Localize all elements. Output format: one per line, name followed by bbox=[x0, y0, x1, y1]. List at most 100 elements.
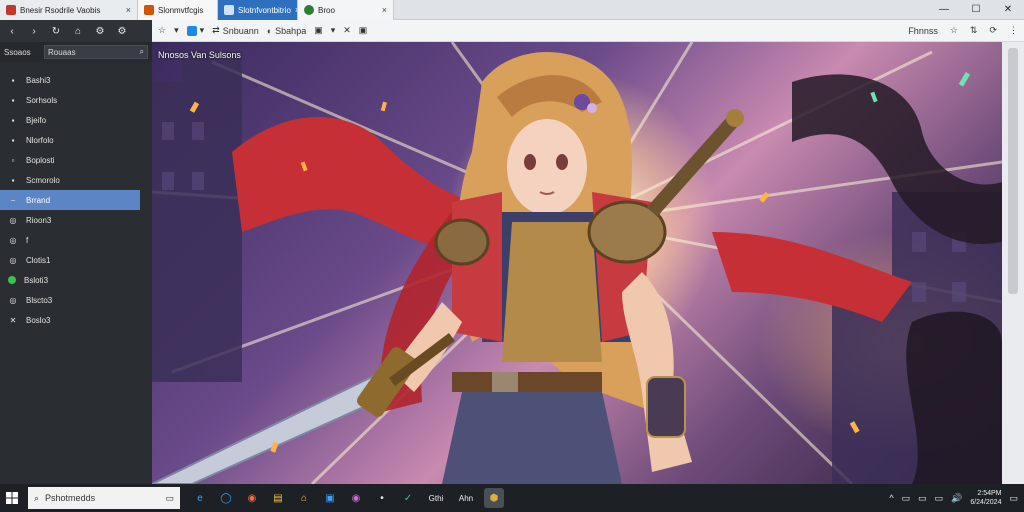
reload-icon[interactable]: ⟳ bbox=[989, 25, 997, 36]
tab-1[interactable]: Bnesir Rsodrile Vaobis × bbox=[0, 0, 138, 20]
home-icon[interactable]: ⌂ bbox=[72, 26, 84, 37]
check-icon[interactable]: ✓ bbox=[398, 488, 418, 508]
taskbar-app-label[interactable]: Ahn bbox=[454, 488, 478, 508]
taskbar: ⌕ Pshotmedds ▭ e ◯ ◉ ▤ ⌂ ▣ ◉ • ✓ Gthi Ah… bbox=[0, 484, 1024, 512]
item-icon: ◎ bbox=[9, 215, 17, 225]
app-icon[interactable]: ▣ bbox=[314, 25, 323, 36]
list-item[interactable]: ▪ Sorhsols bbox=[0, 90, 152, 110]
list-item[interactable]: ▪ Bashi3 bbox=[0, 70, 152, 90]
search-icon: ⌕ bbox=[139, 47, 144, 56]
close-icon[interactable]: ✕ bbox=[992, 0, 1024, 19]
scrollbar-thumb[interactable] bbox=[1008, 48, 1018, 294]
item-icon: ◎ bbox=[9, 255, 17, 265]
network-icon[interactable]: ▭ bbox=[902, 493, 911, 504]
artwork-image: Nnosos Van Sulsons bbox=[152, 42, 1002, 484]
app-icon[interactable]: ▣ bbox=[359, 25, 368, 36]
window-controls: — ☐ ✕ bbox=[928, 0, 1024, 19]
item-icon: ◎ bbox=[9, 295, 17, 305]
list-item-label: Clotis1 bbox=[26, 255, 51, 265]
clock-time: 2:54PM bbox=[977, 490, 1002, 497]
minimize-icon[interactable]: — bbox=[928, 0, 960, 19]
list-item[interactable]: ◎ Clotis1 bbox=[0, 250, 152, 270]
left-panel: ‹ › ↻ ⌂ ⚙ ⚙ Ssoaos Rouaas ⌕ ▪ Bashi3 ▪ Sor… bbox=[0, 20, 152, 484]
item-icon: ▪ bbox=[11, 135, 15, 145]
list-item[interactable]: Bsloti3 bbox=[0, 270, 152, 290]
item-icon: − bbox=[10, 195, 16, 205]
clock[interactable]: 2:54PM 6/24/2024 bbox=[970, 489, 1001, 507]
extension-button[interactable]: ▾ bbox=[186, 25, 205, 36]
list-item[interactable]: ◎ f bbox=[0, 230, 152, 250]
start-button[interactable] bbox=[0, 484, 24, 512]
list-item-label: Nlorfolo bbox=[26, 135, 54, 145]
star-icon[interactable]: ☆ bbox=[950, 25, 958, 36]
tab-1-close-icon[interactable]: × bbox=[126, 5, 131, 15]
gear-icon[interactable]: ⚙ bbox=[116, 26, 128, 37]
list-item[interactable]: ▫ Boplosti bbox=[0, 150, 152, 170]
tab-1-favicon bbox=[6, 5, 16, 15]
item-icon: ▫ bbox=[11, 155, 15, 165]
volume-icon[interactable]: 🔊 bbox=[951, 493, 962, 504]
sync-icon[interactable]: ⇅ bbox=[970, 25, 978, 36]
list-item[interactable]: ◎ Blscto3 bbox=[0, 290, 152, 310]
display-icon[interactable]: ▭ bbox=[935, 493, 944, 504]
edge-icon[interactable]: e bbox=[190, 488, 210, 508]
chevron-up-icon[interactable]: ^ bbox=[889, 493, 893, 503]
task-view-icon[interactable]: ▭ bbox=[165, 493, 174, 504]
list-item-label: Boslo3 bbox=[26, 315, 51, 325]
toolbar-right: Fhnnss ☆ ⇅ ⟳ ⋮ bbox=[908, 25, 1018, 36]
maximize-icon[interactable]: ☐ bbox=[960, 0, 992, 19]
list-item[interactable]: ▪ Nlorfolo bbox=[0, 130, 152, 150]
bookmark-snbuann[interactable]: ⇄ Snbuann bbox=[212, 25, 259, 36]
file-explorer-icon[interactable]: ▤ bbox=[268, 488, 288, 508]
clock-date: 6/24/2024 bbox=[970, 499, 1002, 506]
home-icon[interactable]: ⌂ bbox=[294, 488, 314, 508]
battery-icon[interactable]: ▭ bbox=[918, 493, 927, 504]
browser-icon[interactable]: ◉ bbox=[242, 488, 262, 508]
search-input[interactable]: Rouaas ⌕ bbox=[44, 45, 148, 59]
list-item[interactable]: ◎ Rioon3 bbox=[0, 210, 152, 230]
list-item-selected[interactable]: − Brrand bbox=[0, 190, 140, 210]
settings-icon[interactable]: ⚙ bbox=[94, 26, 106, 37]
favorite-icon[interactable]: ☆ bbox=[158, 25, 166, 36]
tab-4[interactable]: Broo × bbox=[298, 0, 394, 20]
tab-2[interactable]: Slonmvtfcgis bbox=[138, 0, 218, 20]
dot-icon[interactable]: • bbox=[372, 488, 392, 508]
item-icon: ▪ bbox=[11, 175, 15, 185]
browser-toolbar: ☆ ▾ ▾ ⇄ Snbuann ◐ Sbahpa ▣ ▾ ✕ ▣ Fhnnss ☆ … bbox=[152, 20, 1024, 42]
tab-bar: Bnesir Rsodrile Vaobis × Slonmvtfcgis Sl… bbox=[0, 0, 1024, 20]
list-item[interactable]: ▪ Scmorolo bbox=[0, 170, 152, 190]
refresh-icon[interactable]: ↻ bbox=[50, 26, 62, 37]
dropdown-icon: ▾ bbox=[199, 25, 205, 35]
system-tray: ^ ▭ ▭ ▭ 🔊 2:54PM 6/24/2024 ▭ bbox=[889, 489, 1024, 507]
list-item-label: Sorhsols bbox=[26, 95, 58, 105]
list-item-label: Bashi3 bbox=[26, 75, 51, 85]
list-item[interactable]: ✕ Boslo3 bbox=[0, 310, 152, 330]
taskbar-search-placeholder: Pshotmedds bbox=[45, 493, 96, 503]
vertical-scrollbar[interactable] bbox=[1002, 42, 1024, 484]
taskbar-search-input[interactable]: ⌕ Pshotmedds ▭ bbox=[28, 487, 180, 509]
forward-icon[interactable]: › bbox=[28, 26, 40, 37]
tab-3-label: Slotnfvontbitrio bbox=[238, 5, 291, 15]
store-icon[interactable]: ▣ bbox=[320, 488, 340, 508]
menu-icon[interactable]: ⋮ bbox=[1009, 25, 1018, 36]
dropdown-icon[interactable]: ▾ bbox=[174, 25, 179, 36]
tab-3-active[interactable]: Slotnfvontbitrio × bbox=[218, 0, 298, 20]
back-icon[interactable]: ‹ bbox=[6, 26, 18, 37]
notification-icon[interactable]: ▭ bbox=[1009, 493, 1018, 504]
dropdown-icon[interactable]: ▾ bbox=[331, 25, 336, 36]
item-icon: ▪ bbox=[11, 115, 15, 125]
list-item[interactable]: ▪ Bjeifo bbox=[0, 110, 152, 130]
cortana-icon[interactable]: ◯ bbox=[216, 488, 236, 508]
tab-3-favicon bbox=[224, 5, 234, 15]
bookmark-icon: ◐ bbox=[266, 25, 273, 36]
bookmark-sbahpa[interactable]: ◐ Sbahpa bbox=[267, 26, 306, 36]
tab-2-label: Slonmvtfcgis bbox=[158, 5, 204, 15]
tab-4-close-icon[interactable]: × bbox=[382, 5, 387, 15]
media-icon[interactable]: ◉ bbox=[346, 488, 366, 508]
toolbar-right-label[interactable]: Fhnnss bbox=[908, 26, 938, 36]
close-icon[interactable]: ✕ bbox=[343, 25, 351, 36]
shield-icon[interactable]: ⬢ bbox=[484, 488, 504, 508]
taskbar-apps: e ◯ ◉ ▤ ⌂ ▣ ◉ • ✓ Gthi Ahn ⬢ bbox=[190, 488, 504, 508]
taskbar-app-label[interactable]: Gthi bbox=[424, 488, 448, 508]
item-icon: ◎ bbox=[9, 235, 17, 245]
